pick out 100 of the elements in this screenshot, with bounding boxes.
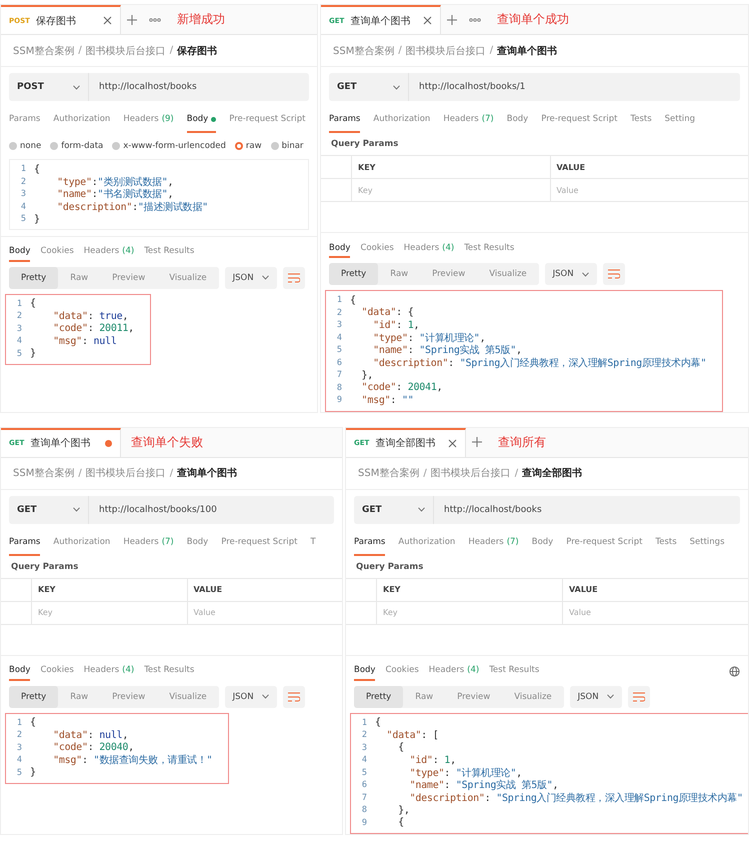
response-tab[interactable]: Headers (4) <box>404 239 454 258</box>
breadcrumb-item[interactable]: SSM整合案例 <box>13 466 74 480</box>
request-option-tab[interactable]: Pre-request Script <box>229 107 306 133</box>
code-line: { <box>375 717 381 728</box>
view-mode-button[interactable]: Pretty <box>329 263 378 285</box>
wrap-lines-button[interactable] <box>282 686 305 708</box>
close-icon[interactable] <box>423 16 432 25</box>
format-select[interactable]: JSON <box>224 686 277 708</box>
radio-option[interactable]: none <box>9 141 42 151</box>
request-body-editor[interactable]: 1 { 2 "type":"类别测试数据", 3 "name":"书名测试数据", 4 "description":"描述测试数据" 5 } <box>9 159 309 230</box>
response-tab[interactable]: Body <box>354 662 376 680</box>
code-line: { <box>30 717 36 728</box>
radio-option[interactable]: x-www-form-urlencoded <box>112 141 226 151</box>
radio-option[interactable]: form-data <box>50 141 104 151</box>
method-select[interactable]: GET <box>9 496 89 524</box>
request-option-tab[interactable]: Pre-request Script <box>221 530 298 556</box>
response-tab[interactable]: Test Results <box>489 662 540 680</box>
method-select[interactable]: GET <box>329 73 409 101</box>
request-option-tab[interactable]: Pre-request Script <box>541 107 618 133</box>
request-option-tab[interactable]: Body <box>186 107 216 133</box>
wrap-lines-button[interactable] <box>602 263 625 285</box>
url-field[interactable]: http://localhost/books/100 <box>89 496 334 524</box>
breadcrumb-item[interactable]: 查询全部图书 <box>522 466 582 480</box>
view-mode-button[interactable]: Pretty <box>9 686 58 708</box>
response-tab[interactable]: Headers (4) <box>84 662 134 680</box>
view-mode-button[interactable]: Pretty <box>354 686 404 708</box>
url-field[interactable]: http://localhost/books/1 <box>409 73 740 101</box>
response-tab[interactable]: Headers (4) <box>84 242 134 262</box>
format-select[interactable]: JSON <box>570 686 622 708</box>
request-option-tab[interactable]: Headers (9) <box>123 107 174 133</box>
response-tab[interactable]: Cookies <box>360 239 394 258</box>
response-tab[interactable]: Body <box>9 662 30 680</box>
view-mode-button[interactable]: Pretty <box>9 266 58 288</box>
param-input-field[interactable]: Value <box>562 602 748 624</box>
response-tab[interactable]: Headers (4) <box>428 662 480 680</box>
request-option-tab[interactable]: Headers (7) <box>443 107 494 133</box>
request-option-tab[interactable]: Authorization <box>53 107 110 133</box>
request-option-tab[interactable]: T <box>310 530 316 556</box>
response-tab[interactable]: Cookies <box>385 662 419 680</box>
request-option-tab[interactable]: Pre-request Script <box>566 530 642 556</box>
response-tab[interactable]: Body <box>329 239 350 258</box>
param-input-field[interactable]: Value <box>186 602 342 624</box>
request-option-tab[interactable]: Body <box>532 530 554 556</box>
breadcrumb-item[interactable]: 查询单个图书 <box>497 44 558 58</box>
response-tab[interactable]: Test Results <box>144 662 194 680</box>
param-input-field[interactable]: Key <box>351 179 550 202</box>
column-header: VALUE <box>562 578 748 602</box>
request-option-tab[interactable]: Authorization <box>373 107 430 133</box>
response-tab[interactable]: Body <box>9 242 30 262</box>
response-tab[interactable]: Cookies <box>40 242 74 262</box>
breadcrumb-item[interactable]: 图书模块后台接口 <box>430 466 511 480</box>
breadcrumb-item[interactable]: SSM整合案例 <box>13 44 74 58</box>
wrap-lines-button[interactable] <box>282 266 305 288</box>
line-number: 4 <box>16 336 23 346</box>
wrap-lines-button[interactable] <box>628 686 650 708</box>
response-tab[interactable]: Test Results <box>144 242 194 262</box>
request-option-tab[interactable]: Body <box>506 107 528 133</box>
line-number: 3 <box>20 189 27 200</box>
close-icon[interactable] <box>448 438 457 448</box>
request-option-tab[interactable]: Tests <box>630 107 652 133</box>
request-option-tab[interactable]: Params <box>9 107 40 133</box>
method-select[interactable]: POST <box>9 73 89 101</box>
breadcrumb-item[interactable]: SSM整合案例 <box>333 44 394 58</box>
param-input-field[interactable]: Value <box>550 179 748 202</box>
request-option-tab[interactable]: Headers (7) <box>123 530 174 556</box>
request-option-tab[interactable]: Params <box>329 107 360 133</box>
breadcrumb-item[interactable]: 图书模块后台接口 <box>86 466 166 480</box>
code-line: { <box>397 817 404 828</box>
request-option-tab[interactable]: Tests <box>655 530 677 556</box>
request-option-tab[interactable]: Settings <box>690 530 725 556</box>
code-line: "msg": "数据查询失败，请重试！" <box>52 754 212 768</box>
request-option-tab[interactable]: Authorization <box>398 530 456 556</box>
request-option-tab[interactable]: Headers (7) <box>468 530 519 556</box>
radio-option[interactable]: binar <box>270 141 304 151</box>
response-tab[interactable]: Cookies <box>40 662 74 680</box>
param-input-field[interactable]: Key <box>31 602 186 624</box>
format-select[interactable]: JSON <box>544 263 597 285</box>
param-input-field[interactable]: Key <box>376 602 562 624</box>
request-option-tab[interactable]: Setting <box>664 107 696 133</box>
url-field[interactable]: http://localhost/books <box>434 496 740 524</box>
request-option-tab[interactable]: Body <box>186 530 208 556</box>
code-line: }, <box>360 370 374 381</box>
line-number: 6 <box>336 358 343 368</box>
annotation-text: 查询单个成功 <box>497 11 569 28</box>
breadcrumb-item[interactable]: 查询单个图书 <box>177 466 238 480</box>
request-option-tab[interactable]: Params <box>9 530 40 556</box>
line-number: 7 <box>360 792 368 803</box>
radio-option[interactable]: raw <box>234 141 262 151</box>
breadcrumb-item[interactable]: SSM整合案例 <box>358 466 420 480</box>
format-select[interactable]: JSON <box>224 266 277 288</box>
breadcrumb-item[interactable]: 保存图书 <box>177 44 218 58</box>
response-tab[interactable]: Test Results <box>464 239 514 258</box>
close-icon[interactable] <box>103 16 112 25</box>
request-option-tab[interactable]: Authorization <box>53 530 110 556</box>
breadcrumb-item[interactable]: 图书模块后台接口 <box>86 44 166 58</box>
url-field[interactable]: http://localhost/books <box>89 73 309 101</box>
globe-icon[interactable] <box>729 666 740 676</box>
method-select[interactable]: GET <box>354 496 434 524</box>
request-option-tab[interactable]: Params <box>354 530 386 556</box>
breadcrumb-item[interactable]: 图书模块后台接口 <box>406 44 486 58</box>
